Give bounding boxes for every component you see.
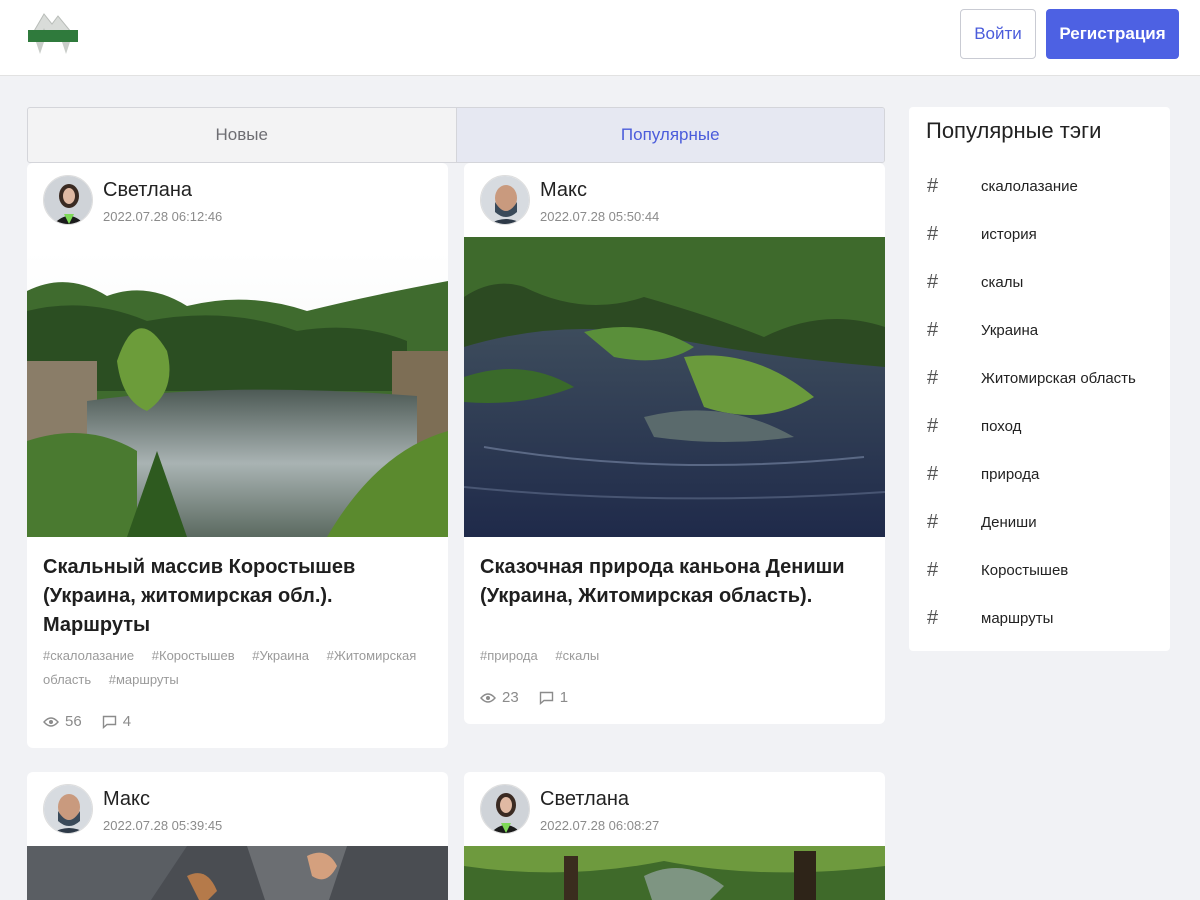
tab-popular[interactable]: Популярные: [455, 108, 884, 162]
post-image[interactable]: [464, 846, 885, 900]
site-logo[interactable]: [26, 8, 80, 56]
hash-icon: #: [927, 318, 939, 341]
sidebar-tag[interactable]: # скалолазание: [927, 174, 1167, 198]
views-count: 23: [480, 689, 519, 706]
eye-icon: [480, 692, 496, 703]
post-author[interactable]: Светлана: [540, 788, 629, 811]
avatar[interactable]: [480, 175, 530, 225]
header: Войти Регистрация: [0, 0, 1200, 76]
post-date: 2022.07.28 06:08:27: [540, 818, 660, 833]
hash-icon: #: [927, 222, 939, 245]
post-card[interactable]: Светлана 2022.07.28 06:12:46 Скальный ма…: [27, 163, 448, 748]
post-author[interactable]: Макс: [103, 788, 150, 811]
comment-icon: [102, 715, 116, 729]
sidebar-tag[interactable]: # поход: [927, 414, 1167, 438]
hash-icon: #: [927, 270, 939, 293]
post-date: 2022.07.28 05:39:45: [103, 818, 223, 833]
post-title[interactable]: Сказочная природа каньона Дениши (Украин…: [480, 553, 870, 611]
hash-icon: #: [927, 606, 939, 629]
post-stats: 23 1: [480, 689, 588, 706]
feed-tabs: Новые Популярные: [27, 107, 885, 163]
post-image[interactable]: [27, 251, 448, 537]
post-tags: #скалолазание #Коростышев #Украина #Жито…: [43, 644, 433, 692]
login-button[interactable]: Войти: [960, 9, 1036, 59]
post-tag[interactable]: #Коростышев: [152, 648, 235, 663]
post-tag[interactable]: #Украина: [252, 648, 309, 663]
views-count: 56: [43, 713, 82, 730]
register-button[interactable]: Регистрация: [1046, 9, 1179, 59]
sidebar-tag[interactable]: # Коростышев: [927, 558, 1167, 582]
post-tag[interactable]: #скалолазание: [43, 648, 134, 663]
sidebar-tag[interactable]: # скалы: [927, 270, 1167, 294]
post-date: 2022.07.28 06:12:46: [103, 209, 223, 224]
avatar[interactable]: [43, 175, 93, 225]
hash-icon: #: [927, 414, 939, 437]
comments-count[interactable]: 4: [102, 713, 131, 730]
sidebar-tag[interactable]: # Украина: [927, 318, 1167, 342]
sidebar-tag[interactable]: # маршруты: [927, 606, 1167, 630]
hash-icon: #: [927, 462, 939, 485]
hash-icon: #: [927, 558, 939, 581]
tab-new[interactable]: Новые: [28, 108, 456, 162]
sidebar-tag[interactable]: # природа: [927, 462, 1167, 486]
popular-tags-title: Популярные тэги: [926, 118, 1102, 143]
hash-icon: #: [927, 510, 939, 533]
post-tag[interactable]: #маршруты: [109, 672, 179, 687]
post-card[interactable]: Макс 2022.07.28 05:39:45: [27, 772, 448, 900]
hash-icon: #: [927, 366, 939, 389]
avatar[interactable]: [480, 784, 530, 834]
popular-tags-panel: Популярные тэги # скалолазание # история #…: [909, 107, 1170, 651]
post-title[interactable]: Скальный массив Коростышев (Украина, жит…: [43, 553, 433, 640]
post-tag[interactable]: #природа: [480, 648, 538, 663]
avatar[interactable]: [43, 784, 93, 834]
eye-icon: [43, 716, 59, 727]
comment-icon: [539, 691, 553, 705]
post-tag[interactable]: #скалы: [555, 648, 599, 663]
post-image[interactable]: [464, 237, 885, 537]
hash-icon: #: [927, 174, 939, 197]
post-card[interactable]: Светлана 2022.07.28 06:08:27: [464, 772, 885, 900]
sidebar-tag[interactable]: # история: [927, 222, 1167, 246]
post-author[interactable]: Светлана: [103, 179, 192, 202]
sidebar-tag[interactable]: # Житомирская область: [927, 366, 1167, 390]
sidebar-tag[interactable]: # Дениши: [927, 510, 1167, 534]
post-stats: 56 4: [43, 713, 151, 730]
post-card[interactable]: Макс 2022.07.28 05:50:44 Сказочная приро…: [464, 163, 885, 724]
post-tags: #природа #скалы: [480, 644, 870, 668]
post-author[interactable]: Макс: [540, 179, 587, 202]
comments-count[interactable]: 1: [539, 689, 568, 706]
post-date: 2022.07.28 05:50:44: [540, 209, 660, 224]
post-image[interactable]: [27, 846, 448, 900]
